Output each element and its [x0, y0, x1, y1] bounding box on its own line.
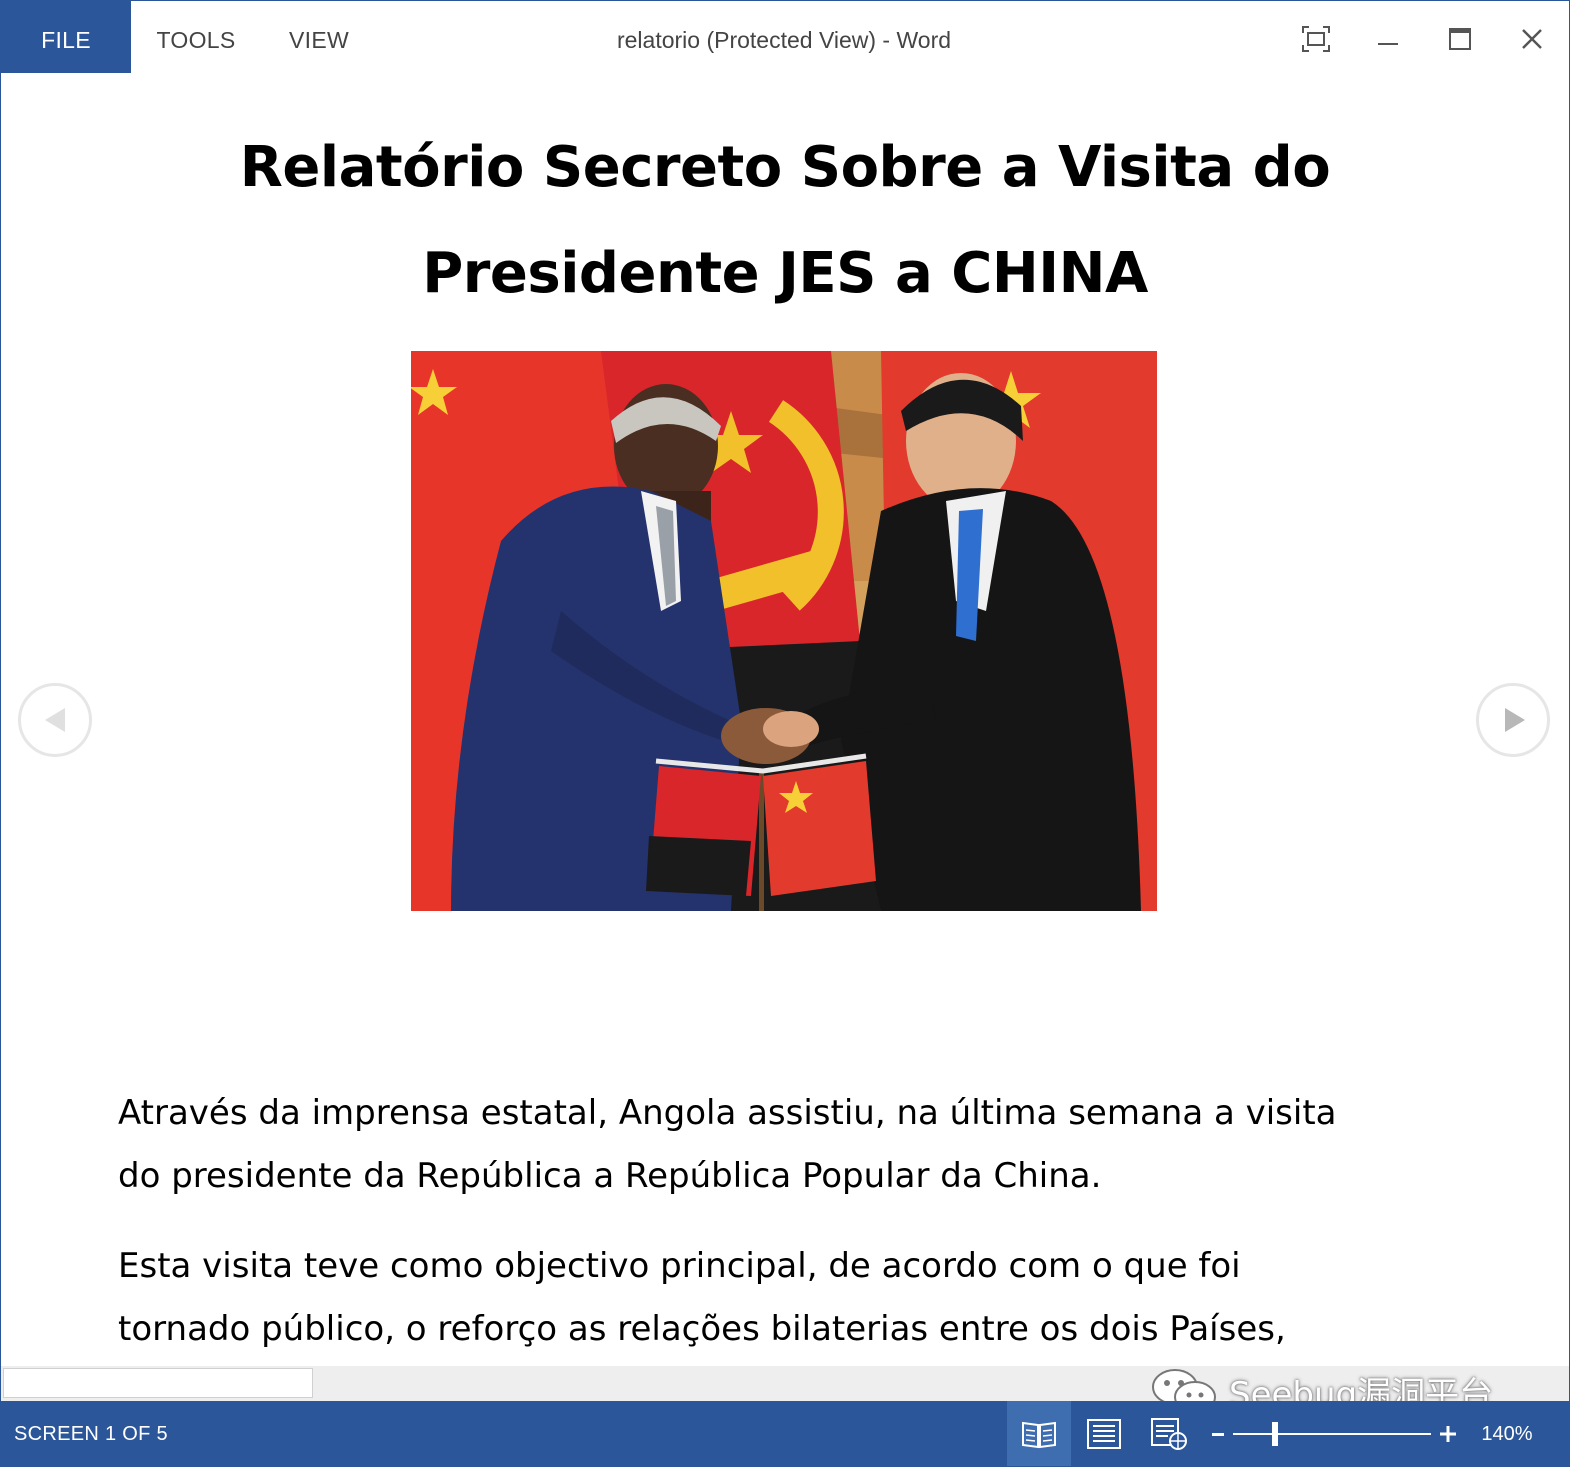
maximize-icon: [1449, 28, 1471, 50]
chevron-right-icon: [1505, 708, 1525, 732]
minus-icon: [1212, 1432, 1224, 1436]
zoom-slider[interactable]: [1233, 1433, 1431, 1435]
zoom-level[interactable]: 140%: [1471, 1401, 1543, 1466]
close-button[interactable]: [1504, 11, 1560, 67]
menu-tools[interactable]: TOOLS: [141, 1, 251, 73]
maximize-button[interactable]: [1432, 11, 1488, 67]
read-mode-icon: [1022, 1421, 1056, 1448]
scrollbar-thumb[interactable]: [3, 1368, 313, 1398]
web-layout-icon: [1151, 1417, 1187, 1450]
paragraph-line: Através da imprensa estatal, Angola assi…: [118, 1093, 1337, 1133]
document-photo: [411, 351, 1157, 911]
zoom-in-button[interactable]: [1436, 1401, 1460, 1466]
document-title-line: Relatório Secreto Sobre a Visita do: [239, 135, 1331, 200]
close-icon: [1522, 29, 1542, 49]
window-title: relatorio (Protected View) - Word: [616, 27, 952, 53]
next-screen-button[interactable]: [1476, 683, 1550, 757]
print-layout-button[interactable]: [1072, 1401, 1136, 1466]
screen-indicator: SCREEN 1 OF 5: [14, 1423, 168, 1445]
full-screen-button[interactable]: [1288, 11, 1344, 67]
minimize-button[interactable]: [1360, 11, 1416, 67]
plus-icon: [1440, 1425, 1456, 1442]
chevron-left-icon: [45, 708, 65, 732]
word-window: FILE TOOLS VIEW relatorio (Protected Vie…: [0, 0, 1570, 1467]
menu-file[interactable]: FILE: [1, 1, 131, 73]
document-paragraph: Através da imprensa estatal, Angola assi…: [118, 1082, 1458, 1208]
paragraph-line: do presidente da República a República P…: [118, 1156, 1102, 1196]
paragraph-line: Esta visita teve como objectivo principa…: [118, 1246, 1241, 1286]
paragraph-line: tornado público, o reforço as relações b…: [118, 1309, 1286, 1349]
minimize-icon: [1378, 43, 1398, 45]
read-mode-button[interactable]: [1007, 1401, 1071, 1466]
full-screen-icon: [1302, 26, 1330, 52]
title-bar: FILE TOOLS VIEW relatorio (Protected Vie…: [1, 1, 1569, 73]
photo-two-men-handshake-flags: [411, 351, 1157, 911]
document-title-line: Presidente JES a CHINA: [422, 241, 1148, 306]
menu-view[interactable]: VIEW: [271, 1, 367, 73]
document-paragraph: Esta visita teve como objectivo principa…: [118, 1235, 1458, 1361]
zoom-slider-thumb[interactable]: [1271, 1422, 1278, 1446]
previous-screen-button[interactable]: [18, 683, 92, 757]
zoom-out-button[interactable]: [1206, 1401, 1230, 1466]
web-layout-button[interactable]: [1137, 1401, 1201, 1466]
print-layout-icon: [1087, 1418, 1121, 1449]
status-bar: SCREEN 1 OF 5 140%: [1, 1401, 1569, 1466]
document-title: Relatório Secreto Sobre a Visita do Pres…: [1, 115, 1569, 327]
